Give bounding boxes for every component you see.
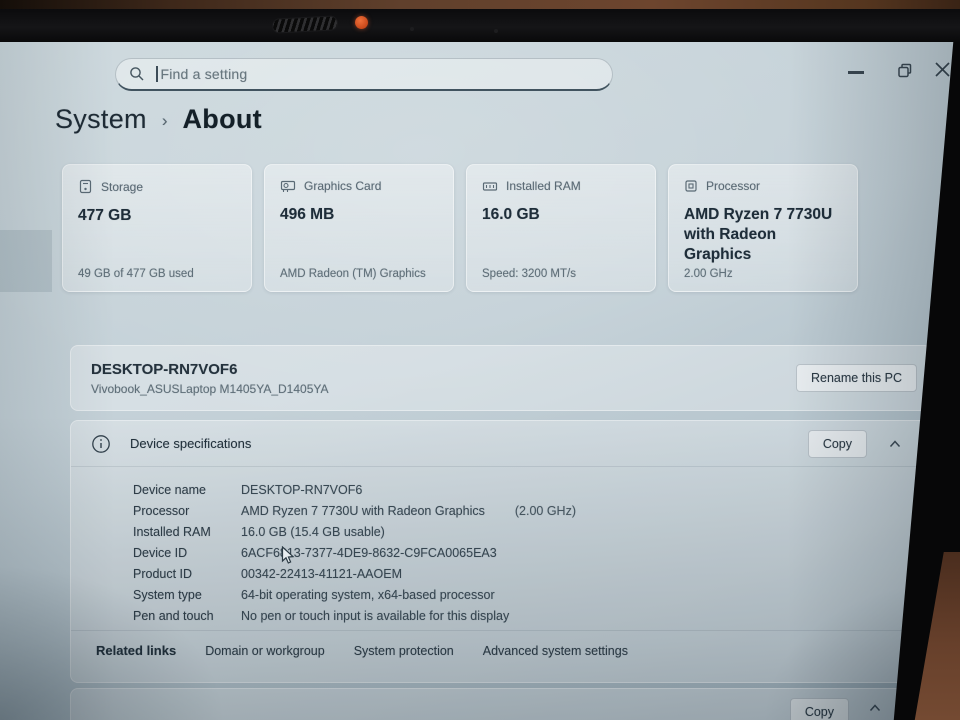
laptop-bezel [0, 9, 960, 42]
windows-specifications-panel: Copy [70, 688, 932, 720]
spec-row: Product ID 00342-22413-41121-AAOEM [133, 567, 931, 581]
background-desk [0, 0, 960, 9]
link-system-protection[interactable]: System protection [354, 644, 454, 658]
link-domain-or-workgroup[interactable]: Domain or workgroup [205, 644, 325, 658]
ram-card: Installed RAM 16.0 GB Speed: 3200 MT/s [466, 164, 656, 292]
spec-row: Processor AMD Ryzen 7 7730U with Radeon … [133, 504, 931, 518]
spec-row: Device ID 6ACF6813-7377-4DE9-8632-C9FCA0… [133, 546, 931, 560]
spec-label: System type [133, 588, 202, 602]
breadcrumb-system[interactable]: System [55, 104, 147, 135]
background-desk-corner [914, 552, 960, 720]
gpu-icon [280, 180, 296, 192]
device-name: DESKTOP-RN7VOF6 [91, 360, 238, 378]
spec-extra: (2.00 GHz) [514, 504, 577, 518]
mouse-cursor-icon [281, 546, 295, 564]
card-value: 477 GB [78, 207, 132, 224]
spec-value: 6ACF6813-7377-4DE9-8632-C9FCA0065EA3 [241, 546, 497, 560]
spec-value: AMD Ryzen 7 7730U with Radeon Graphics [241, 504, 485, 518]
screen-reflection [0, 230, 52, 292]
related-links-label: Related links [96, 643, 177, 658]
device-name-panel: DESKTOP-RN7VOF6 Vivobook_ASUSLaptop M140… [70, 345, 932, 411]
link-advanced-system-settings[interactable]: Advanced system settings [483, 644, 628, 658]
spec-row: Pen and touch No pen or touch input is a… [133, 609, 931, 623]
graphics-card: Graphics Card 496 MB AMD Radeon (TM) Gra… [264, 164, 454, 292]
close-button[interactable] [934, 61, 951, 78]
spec-label: Device name [133, 483, 206, 497]
device-model: Vivobook_ASUSLaptop M1405YA_D1405YA [91, 381, 329, 396]
section-title: Device specifications [130, 436, 252, 451]
card-detail: Speed: 3200 MT/s [482, 268, 576, 280]
related-links: Related links Domain or workgroup System… [71, 631, 931, 658]
processor-card: Processor AMD Ryzen 7 7730U with Radeon … [668, 164, 858, 292]
webcam-privacy-led-icon [355, 16, 368, 29]
device-specifications-header[interactable]: Device specifications Copy [71, 421, 931, 467]
settings-window: Find a setting System › About Storage 47… [0, 42, 954, 720]
storage-icon [79, 179, 92, 194]
page-title: About [182, 104, 262, 134]
minimize-button[interactable] [848, 71, 864, 74]
breadcrumb-separator-icon: › [161, 110, 168, 130]
copy-windows-specs-button[interactable]: Copy [789, 698, 849, 720]
spec-label: Pen and touch [133, 609, 214, 623]
spec-label: Device ID [133, 546, 188, 560]
restore-button[interactable] [897, 63, 913, 79]
search-input[interactable]: Find a setting [115, 58, 613, 91]
spec-row: System type 64-bit operating system, x64… [133, 588, 931, 602]
cpu-icon [685, 180, 697, 192]
card-label: Graphics Card [304, 179, 382, 193]
spec-value: 00342-22413-41121-AAOEM [241, 567, 402, 581]
card-detail: 2.00 GHz [684, 268, 733, 280]
card-label: Storage [101, 179, 144, 194]
card-value: AMD Ryzen 7 7730U with Radeon Graphics [684, 206, 833, 264]
card-detail: 49 GB of 477 GB used [78, 268, 194, 280]
card-detail: AMD Radeon (TM) Graphics [280, 268, 426, 280]
card-value: 496 MB [280, 206, 335, 223]
spec-label: Processor [133, 504, 190, 518]
spec-value: 64-bit operating system, x64-based proce… [241, 588, 495, 602]
card-label: Installed RAM [506, 179, 581, 193]
card-label: Processor [706, 179, 761, 193]
spec-row: Installed RAM 16.0 GB (15.4 GB usable) [133, 525, 931, 539]
search-icon [130, 67, 144, 81]
copy-device-specs-button[interactable]: Copy [807, 429, 867, 458]
rename-pc-button[interactable]: Rename this PC [795, 364, 917, 392]
text-caret [156, 66, 158, 82]
spec-row: Device name DESKTOP-RN7VOF6 [133, 483, 931, 497]
laptop-photo: Find a setting System › About Storage 47… [0, 0, 960, 720]
breadcrumb: System › About [55, 104, 262, 135]
search-placeholder: Find a setting [160, 66, 248, 82]
summary-cards: Storage 477 GB 49 GB of 477 GB used Grap… [62, 164, 858, 292]
ram-icon [482, 181, 498, 191]
spec-value: DESKTOP-RN7VOF6 [241, 483, 363, 497]
spec-label: Product ID [133, 567, 193, 581]
webcam-shutter-grille [271, 15, 339, 34]
microphone-pinhole [410, 27, 414, 31]
spec-value: 16.0 GB (15.4 GB usable) [241, 525, 385, 539]
microphone-pinhole [494, 29, 498, 33]
card-value: 16.0 GB [482, 206, 540, 223]
chevron-up-icon[interactable] [889, 439, 901, 448]
spec-value: No pen or touch input is available for t… [241, 609, 510, 623]
device-specifications-panel: Device specifications Copy Device name D… [70, 420, 932, 683]
chevron-up-icon[interactable] [869, 704, 881, 712]
device-spec-rows: Device name DESKTOP-RN7VOF6 Processor AM… [71, 467, 931, 623]
info-icon [92, 434, 110, 453]
storage-card: Storage 477 GB 49 GB of 477 GB used [62, 164, 252, 292]
spec-label: Installed RAM [133, 525, 211, 539]
